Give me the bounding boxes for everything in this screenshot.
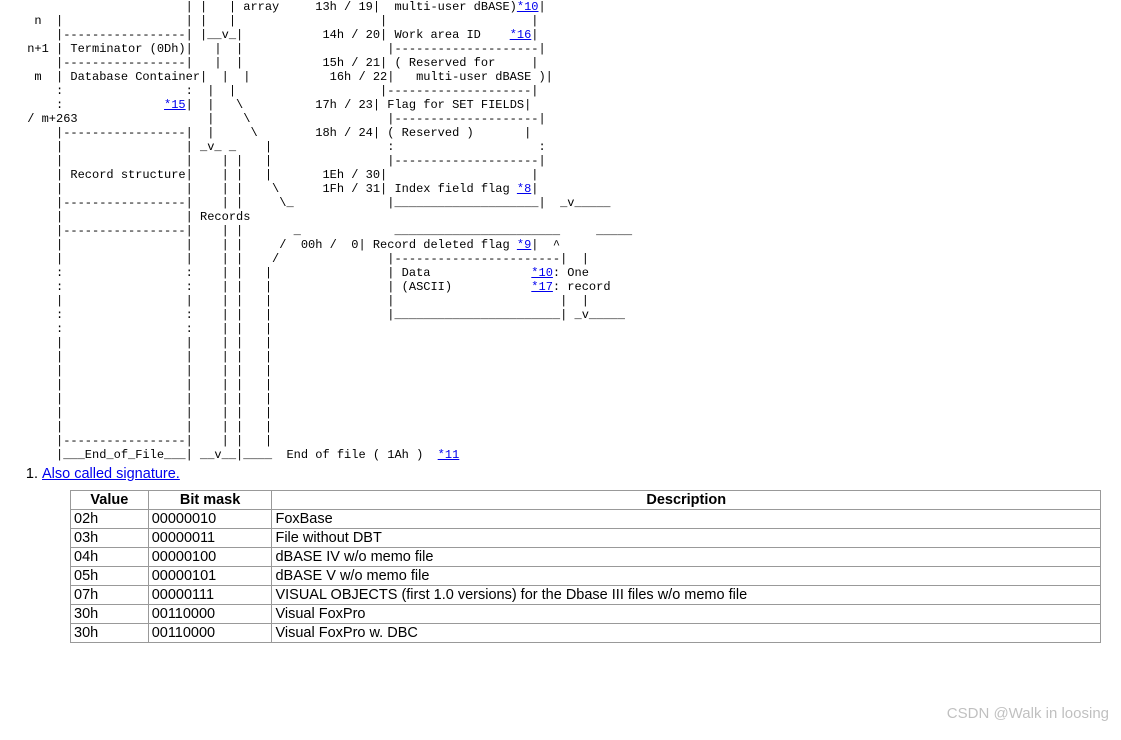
table-row: 30h00110000Visual FoxPro w. DBC	[71, 624, 1101, 643]
diagram-line: n+1 | Terminator (0Dh)| | | |-----------…	[20, 42, 1101, 56]
diagram-line: | | | | |	[20, 378, 1101, 392]
table-cell: 00000010	[148, 510, 272, 529]
diagram-ref-link[interactable]: *10	[517, 0, 539, 14]
diagram-ref-link[interactable]: *16	[510, 28, 532, 42]
diagram-line: | Record structure| | | | 1Eh / 30| |	[20, 168, 1101, 182]
table-row: 07h00000111VISUAL OBJECTS (first 1.0 ver…	[71, 586, 1101, 605]
diagram-line: | | | | | | | |	[20, 294, 1101, 308]
diagram-line: |-----------------| |__v_| 14h / 20| Wor…	[20, 28, 1101, 42]
table-cell: 00000011	[148, 529, 272, 548]
table-cell: 03h	[71, 529, 149, 548]
diagram-line: | | | | |	[20, 392, 1101, 406]
diagram-line: | | | array 13h / 19| multi-user dBASE)*…	[20, 0, 1101, 14]
table-cell: 30h	[71, 605, 149, 624]
diagram-line: | | | | |	[20, 336, 1101, 350]
table-row: 04h00000100dBASE IV w/o memo file	[71, 548, 1101, 567]
note-item-1: Also called signature.	[42, 466, 1101, 482]
table-cell: File without DBT	[272, 529, 1101, 548]
diagram-ref-link[interactable]: *11	[438, 448, 460, 462]
diagram-line: | | | | |	[20, 420, 1101, 434]
diagram-line: : : | | |--------------------|	[20, 84, 1101, 98]
diagram-ref-link[interactable]: *17	[531, 280, 553, 294]
diagram-line: n | | | | | |	[20, 14, 1101, 28]
diagram-line: |-----------------| | | \_ |____________…	[20, 196, 1101, 210]
table-cell: 04h	[71, 548, 149, 567]
diagram-line: | | _v_ _ | : :	[20, 140, 1101, 154]
diagram-line: |-----------------| | \ 18h / 24| ( Rese…	[20, 126, 1101, 140]
diagram-line: : : | | |	[20, 322, 1101, 336]
diagram-line: |-----------------| | | 15h / 21| ( Rese…	[20, 56, 1101, 70]
table-cell: FoxBase	[272, 510, 1101, 529]
col-value: Value	[71, 491, 149, 510]
table-cell: VISUAL OBJECTS (first 1.0 versions) for …	[272, 586, 1101, 605]
bitmask-table: Value Bit mask Description 02h00000010Fo…	[70, 490, 1101, 643]
diagram-line: | | | | |	[20, 350, 1101, 364]
diagram-line: | | | | \ 1Fh / 31| Index field flag *8|	[20, 182, 1101, 196]
table-cell: 00000111	[148, 586, 272, 605]
table-row: 30h00110000Visual FoxPro	[71, 605, 1101, 624]
diagram-ref-link[interactable]: *15	[164, 98, 186, 112]
diagram-line: : *15| | \ 17h / 23| Flag for SET FIELDS…	[20, 98, 1101, 112]
table-cell: 02h	[71, 510, 149, 529]
table-cell: 00000101	[148, 567, 272, 586]
diagram-line: : : | | | |_______________________| _v__…	[20, 308, 1101, 322]
diagram-ref-link[interactable]: *10	[531, 266, 553, 280]
diagram-line: : : | | | | (ASCII) *17: record	[20, 280, 1101, 294]
diagram-line: | | | | | |--------------------|	[20, 154, 1101, 168]
table-cell: 00110000	[148, 624, 272, 643]
table-cell: 05h	[71, 567, 149, 586]
table-cell: Visual FoxPro w. DBC	[272, 624, 1101, 643]
diagram-line: | | | | |	[20, 406, 1101, 420]
diagram-line: / m+263 | \ |--------------------|	[20, 112, 1101, 126]
diagram-line: |-----------------| | | _ ______________…	[20, 224, 1101, 238]
diagram-line: |-----------------| | | |	[20, 434, 1101, 448]
table-cell: dBASE IV w/o memo file	[272, 548, 1101, 567]
table-cell: 30h	[71, 624, 149, 643]
diagram-line: | | | | / 00h / 0| Record deleted flag *…	[20, 238, 1101, 252]
table-row: 05h00000101dBASE V w/o memo file	[71, 567, 1101, 586]
signature-link[interactable]: Also called signature.	[42, 466, 180, 482]
diagram-line: |___End_of_File___| __v__|____ End of fi…	[20, 448, 1101, 462]
ascii-diagram: | | | array 13h / 19| multi-user dBASE)*…	[0, 0, 1121, 462]
table-cell: 07h	[71, 586, 149, 605]
table-cell: Visual FoxPro	[272, 605, 1101, 624]
diagram-line: | | | | / |-----------------------| |	[20, 252, 1101, 266]
table-cell: 00110000	[148, 605, 272, 624]
diagram-ref-link[interactable]: *8	[517, 182, 531, 196]
diagram-ref-link[interactable]: *9	[517, 238, 531, 252]
diagram-line: : : | | | | Data *10: One	[20, 266, 1101, 280]
col-description: Description	[272, 491, 1101, 510]
col-bitmask: Bit mask	[148, 491, 272, 510]
watermark: CSDN @Walk in loosing	[947, 705, 1109, 722]
diagram-line: m | Database Container| | | 16h / 22| mu…	[20, 70, 1101, 84]
table-cell: dBASE V w/o memo file	[272, 567, 1101, 586]
table-header-row: Value Bit mask Description	[71, 491, 1101, 510]
table-row: 02h00000010FoxBase	[71, 510, 1101, 529]
diagram-line: | | Records	[20, 210, 1101, 224]
table-row: 03h00000011File without DBT	[71, 529, 1101, 548]
table-cell: 00000100	[148, 548, 272, 567]
diagram-line: | | | | |	[20, 364, 1101, 378]
